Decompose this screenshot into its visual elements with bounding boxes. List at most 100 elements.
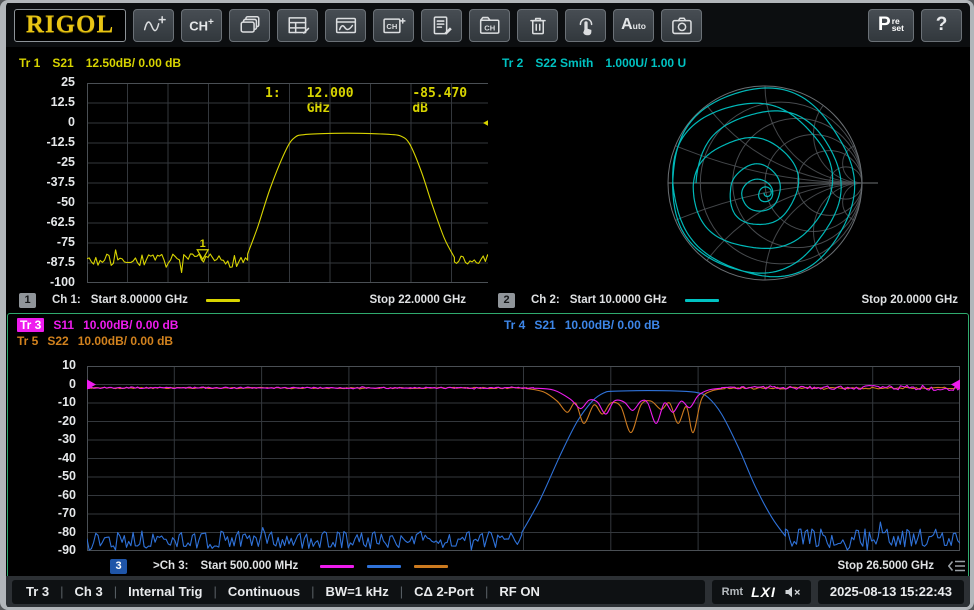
y-tick-label: -37.5	[47, 175, 76, 189]
status-items: Tr 3|Ch 3|Internal Trig|Continuous|BW=1 …	[12, 580, 705, 604]
screenshot-button[interactable]	[661, 9, 702, 42]
channel-window-button[interactable]: CH	[373, 9, 414, 42]
new-trace-button[interactable]	[133, 9, 174, 42]
doc-edit-icon	[430, 15, 454, 36]
preset-button[interactable]: P reset	[868, 9, 914, 42]
y-tick-label: -75	[57, 235, 75, 249]
ch2-start-value[interactable]: Start 10.0000 GHz	[570, 294, 667, 306]
rigol-logo: RIGOL	[14, 9, 126, 42]
status-separator: |	[213, 584, 216, 599]
y-tick-label: -10	[58, 395, 76, 409]
delete-button[interactable]	[517, 9, 558, 42]
status-item[interactable]: Continuous	[228, 584, 300, 599]
autoscale-button-label: Auto	[621, 16, 646, 34]
autoscale-button[interactable]: Auto	[613, 9, 654, 42]
help-button[interactable]: ?	[921, 9, 962, 42]
y-tick-label: -40	[58, 451, 76, 465]
y-tick-label: -87.5	[47, 255, 76, 269]
trace4-scale: 10.00dB/ 0.00 dB	[565, 318, 660, 332]
status-item[interactable]: CΔ 2-Port	[414, 584, 474, 599]
trash-icon	[526, 15, 550, 36]
ch2-label[interactable]: Ch 2:	[531, 294, 560, 306]
ch3-label[interactable]: >Ch 3:	[153, 560, 188, 572]
y-tick-label: -90	[58, 543, 76, 557]
trace4-color-key	[367, 565, 401, 568]
svg-text:CH: CH	[386, 22, 397, 31]
svg-text:1: 1	[200, 238, 206, 250]
trace3-header[interactable]: Tr 3 S11 10.00dB/ 0.00 dB	[17, 318, 178, 332]
status-item[interactable]: BW=1 kHz	[325, 584, 388, 599]
connectivity-indicators[interactable]: Rmt LXI	[712, 580, 811, 604]
datetime-display[interactable]: 2025-08-13 15:22:43	[818, 580, 964, 604]
meas-setup-button[interactable]	[277, 9, 318, 42]
ch1-start-value[interactable]: Start 8.00000 GHz	[91, 294, 188, 306]
recall-channel-button[interactable]: CH	[469, 9, 510, 42]
status-item[interactable]: RF ON	[499, 584, 539, 599]
y-tick-label: -12.5	[47, 135, 76, 149]
y-tick-label: -70	[58, 506, 76, 520]
ch2-smith-chart[interactable]	[488, 49, 970, 289]
trace1-scale: 12.50dB/ 0.00 dB	[86, 56, 181, 70]
status-item[interactable]: Tr 3	[26, 584, 49, 599]
trace4-header[interactable]: Tr 4 S21 10.00dB/ 0.00 dB	[504, 318, 660, 332]
ch3-y-axis: 100-10-20-30-40-50-60-70-80-90	[8, 366, 84, 551]
preset-label: P	[878, 14, 891, 36]
ch3-start-value[interactable]: Start 500.000 MHz	[200, 560, 298, 572]
y-tick-label: -20	[58, 414, 76, 428]
toolbar-buttons: CH+ CH CH Auto	[133, 9, 702, 42]
trace2-color-key	[685, 299, 719, 302]
trace3-meas: S11	[53, 318, 74, 332]
trace-window-button[interactable]	[325, 9, 366, 42]
y-tick-label: 25	[61, 75, 75, 89]
status-separator: |	[60, 584, 63, 599]
save-setup-button[interactable]	[421, 9, 462, 42]
touch-icon	[574, 15, 598, 36]
status-item[interactable]: Internal Trig	[128, 584, 202, 599]
ch1-badge[interactable]: 1	[19, 293, 36, 308]
stack-icon	[238, 15, 262, 36]
trace1-header[interactable]: Tr 1 S21 12.50dB/ 0.00 dB	[19, 56, 181, 70]
trace5-color-key	[414, 565, 448, 568]
y-tick-label: -25	[57, 155, 75, 169]
trace5-meas: S22	[47, 334, 68, 348]
status-item[interactable]: Ch 3	[75, 584, 103, 599]
trace3-color-key	[320, 565, 354, 568]
window-layout-button[interactable]	[229, 9, 270, 42]
ch2-footer: 2 Ch 2: Start 10.0000 GHz Stop 20.0000 G…	[488, 291, 970, 309]
ch3-stop-value[interactable]: Stop 26.5000 GHz	[837, 560, 934, 572]
ch2-badge[interactable]: 2	[498, 293, 515, 308]
y-tick-label: -50	[57, 195, 75, 209]
channel2-panel[interactable]: Tr 2 S22 Smith 1.000U/ 1.00 U 2 Ch 2: St…	[488, 49, 970, 312]
wave-add-icon	[142, 15, 166, 36]
y-tick-label: 0	[69, 377, 76, 391]
ch1-plot[interactable]: 1	[87, 83, 492, 283]
trace1-meas: S21	[52, 56, 73, 70]
camera-icon	[670, 15, 694, 36]
menu-collapse-icon[interactable]	[948, 559, 966, 573]
ch3-footer: 3 >Ch 3: Start 500.000 MHz Stop 26.5000 …	[8, 557, 968, 575]
table-icon	[286, 15, 310, 36]
trace3-scale: 10.00dB/ 0.00 dB	[83, 318, 178, 332]
add-channel-button-label: CH+	[189, 17, 214, 33]
y-tick-label: -100	[50, 275, 75, 289]
y-tick-label: -50	[58, 469, 76, 483]
y-tick-label: -62.5	[47, 215, 76, 229]
channel3-panel[interactable]: Tr 3 S11 10.00dB/ 0.00 dB Tr 4 S21 10.00…	[7, 313, 969, 579]
trace1-color-key	[206, 299, 240, 302]
trace4-label[interactable]: Tr 4	[504, 318, 525, 332]
ch3-plot[interactable]	[87, 366, 960, 551]
status-separator: |	[311, 584, 314, 599]
ch2-stop-value[interactable]: Stop 20.0000 GHz	[861, 294, 958, 306]
trace3-label[interactable]: Tr 3	[17, 318, 44, 332]
y-tick-label: -60	[58, 488, 76, 502]
trace5-header[interactable]: Tr 5 S22 10.00dB/ 0.00 dB	[17, 334, 173, 348]
ch3-badge[interactable]: 3	[110, 559, 127, 574]
channel1-panel[interactable]: Tr 1 S21 12.50dB/ 0.00 dB 1: 12.000 GHz …	[9, 49, 488, 312]
add-channel-button[interactable]: CH+	[181, 9, 222, 42]
mute-icon[interactable]	[784, 585, 801, 599]
trace5-label[interactable]: Tr 5	[17, 334, 38, 348]
touch-button[interactable]	[565, 9, 606, 42]
ch1-label[interactable]: Ch 1:	[52, 294, 81, 306]
ch1-stop-value[interactable]: Stop 22.0000 GHz	[369, 294, 466, 306]
trace1-label[interactable]: Tr 1	[19, 56, 40, 70]
